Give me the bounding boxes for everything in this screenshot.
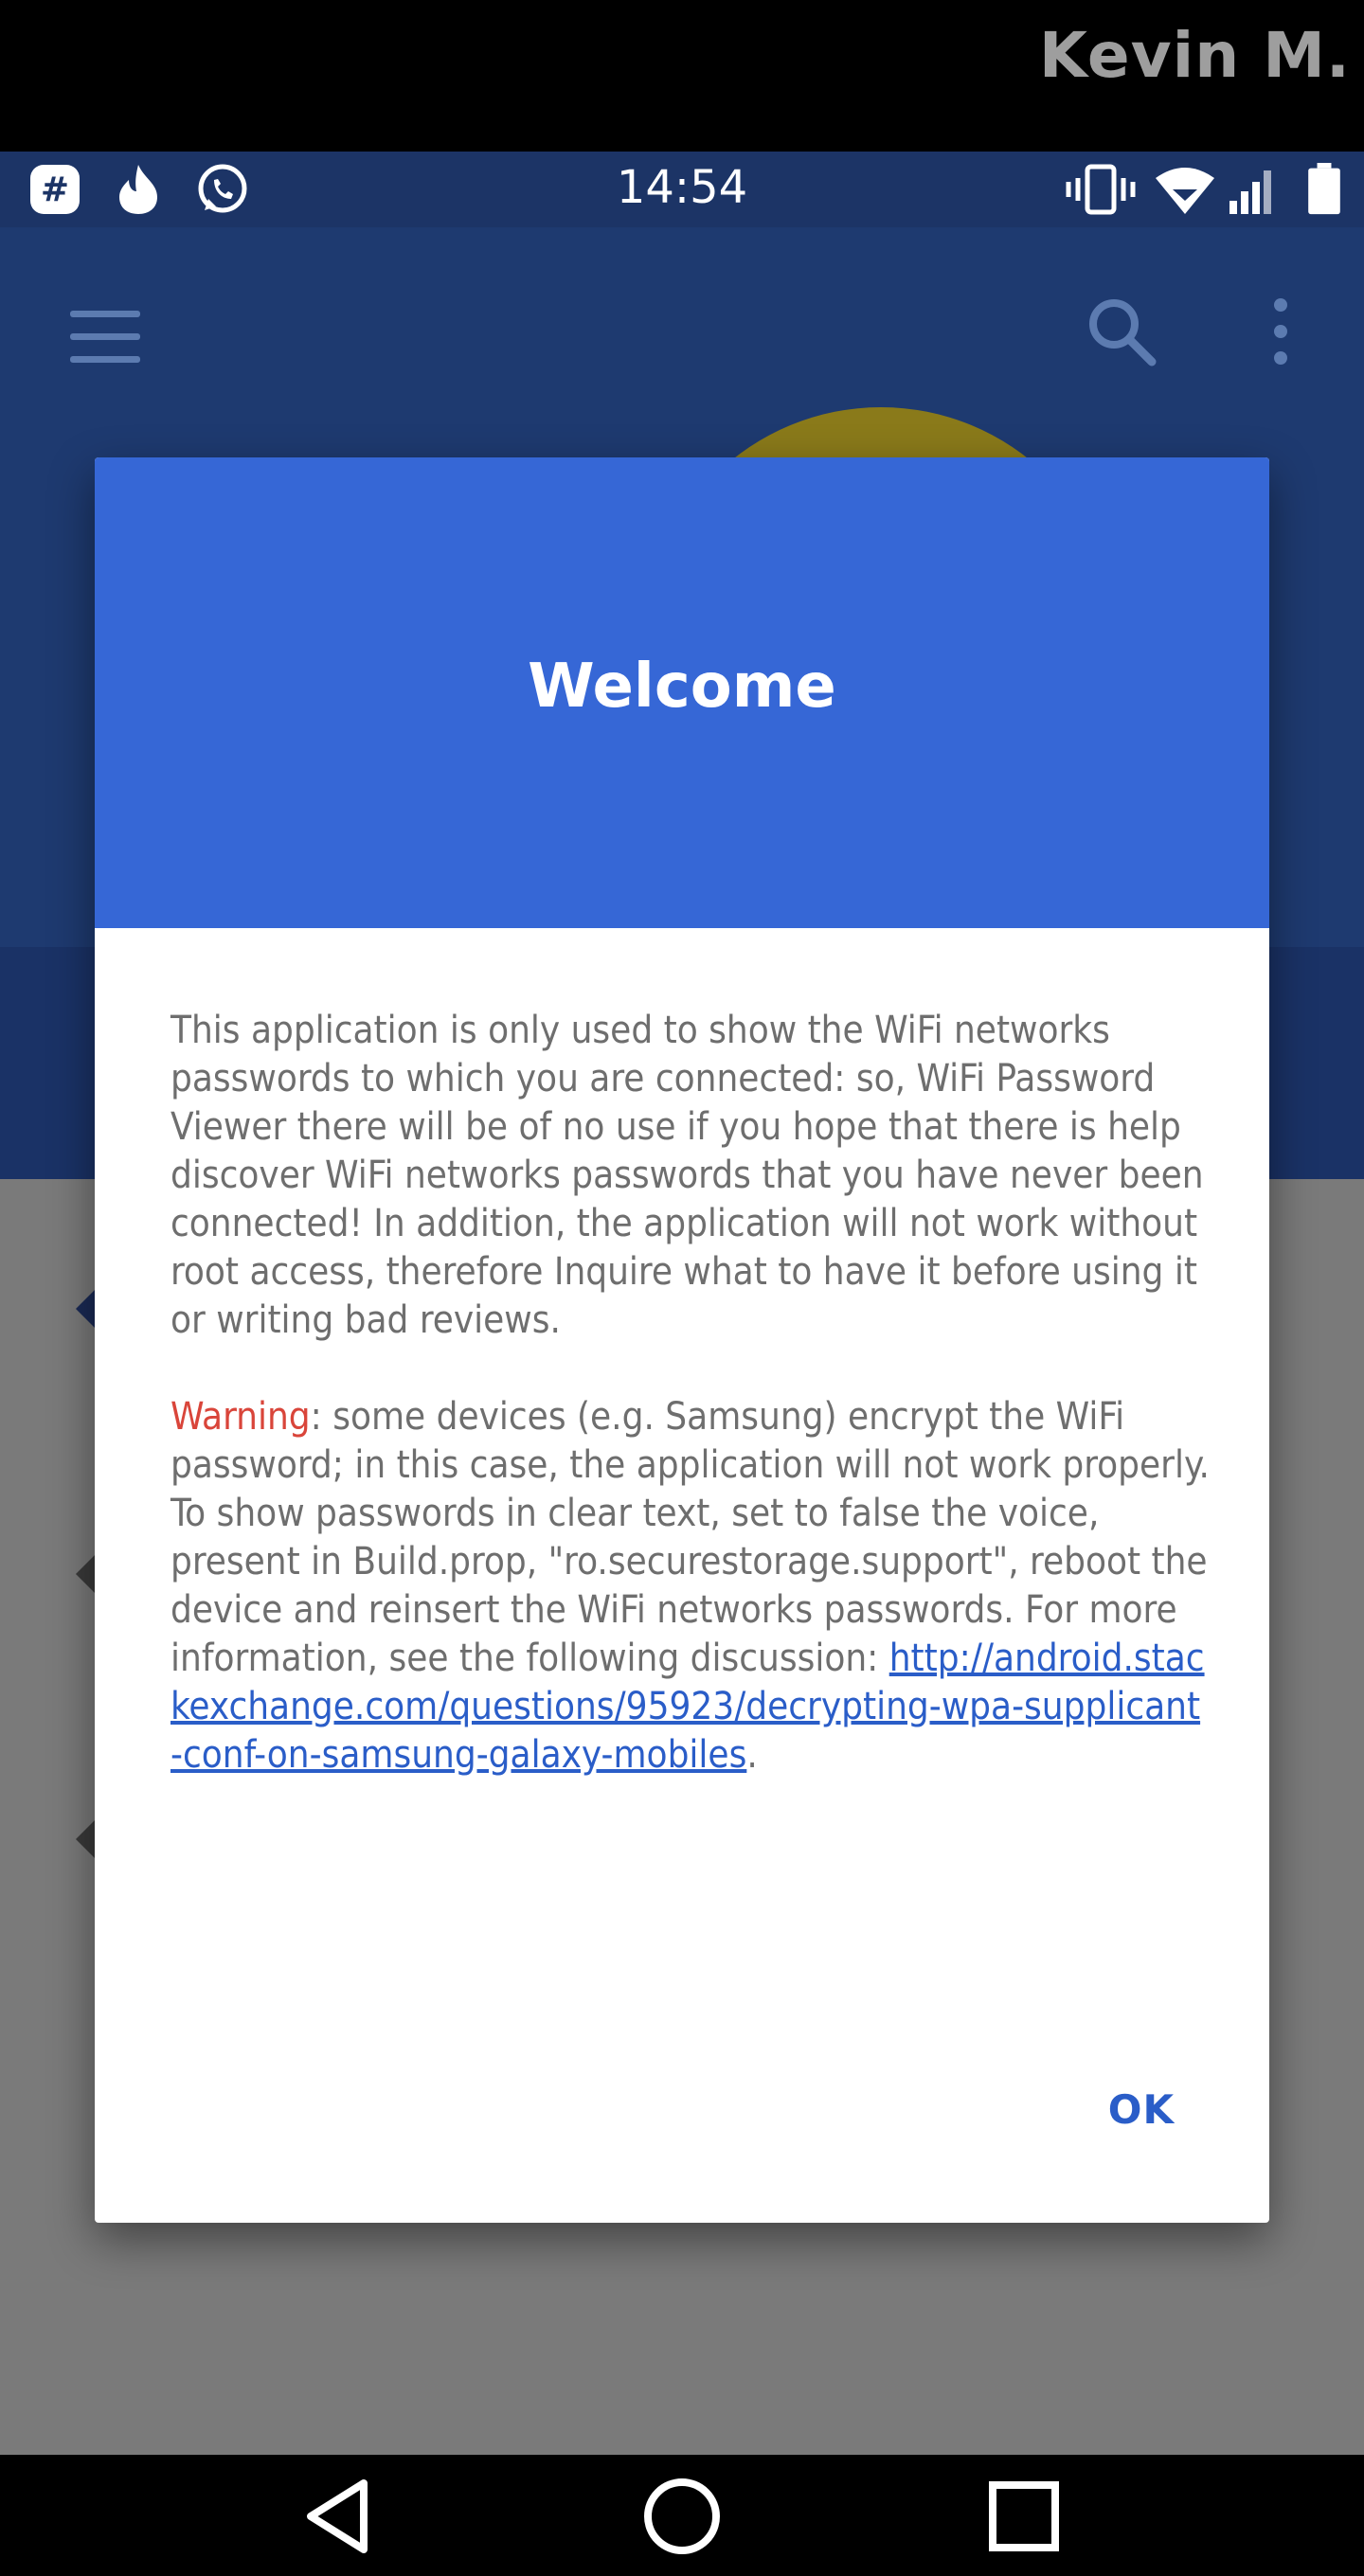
home-icon[interactable]: [639, 2474, 725, 2559]
navigation-bar: [0, 2455, 1364, 2576]
intro-paragraph: This application is only used to show th…: [170, 1009, 1204, 1342]
phone-screen: # 14:54 Welcome This application is only…: [0, 152, 1364, 2455]
warning-paragraph: Warning: some devices (e.g. Samsung) enc…: [170, 1393, 1212, 1780]
ok-button[interactable]: OK: [1108, 2086, 1175, 2133]
user-label: Kevin M.: [1038, 19, 1351, 92]
back-icon[interactable]: [297, 2474, 383, 2559]
warning-label: Warning: [170, 1395, 311, 1439]
dialog-message: This application is only used to show th…: [170, 1007, 1212, 1828]
recents-icon[interactable]: [981, 2474, 1067, 2559]
dialog-title: Welcome: [528, 652, 836, 722]
dialog-header: Welcome: [95, 457, 1269, 928]
link-suffix: .: [746, 1733, 758, 1777]
welcome-dialog: Welcome This application is only used to…: [95, 457, 1269, 2223]
top-banner: Kevin M.: [0, 0, 1364, 152]
